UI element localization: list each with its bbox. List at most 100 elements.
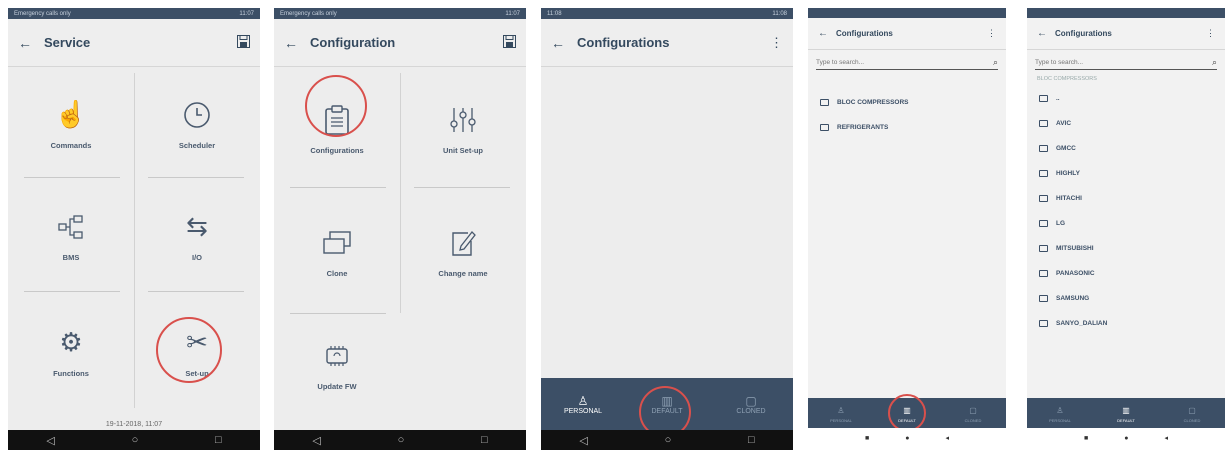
list-item[interactable]: LG — [1027, 211, 1225, 236]
list-item[interactable]: MITSUBISHI — [1027, 236, 1225, 261]
home-icon[interactable]: ● — [1124, 435, 1128, 442]
list-item-label: AVIC — [1056, 120, 1072, 127]
list-item[interactable]: BLOC COMPRESSORS — [808, 90, 1006, 115]
tab-personal[interactable]: ♙ PERSONAL — [541, 378, 625, 430]
back-arrow-icon[interactable]: ← — [284, 35, 310, 51]
back-icon[interactable]: ◁ — [579, 434, 587, 447]
home-icon[interactable]: ● — [905, 435, 909, 442]
back-arrow-icon[interactable]: ← — [551, 35, 577, 51]
tile-functions[interactable]: ⚙ Functions — [8, 291, 134, 409]
overflow-menu-icon[interactable]: ⋮ — [978, 28, 996, 39]
tile-label: Clone — [326, 268, 348, 278]
recents-icon[interactable]: ■ — [1084, 435, 1088, 442]
tile-io[interactable]: ⇆ I/O — [134, 177, 260, 291]
status-right: 11:08 — [772, 10, 787, 17]
tile-label: Configurations — [310, 145, 364, 155]
folder-icon — [1039, 145, 1048, 152]
back-icon[interactable]: ◁ — [46, 434, 54, 447]
screen-service: Emergency calls only 11:07 ← Service ☝ C… — [8, 8, 260, 450]
clone-icon — [322, 223, 352, 263]
tab-personal[interactable]: ♙ PERSONAL — [808, 398, 874, 428]
folder-icon — [1039, 295, 1048, 302]
recents-icon[interactable]: ■ — [865, 435, 869, 442]
datetime-label: 19-11-2018, 11:07 — [105, 421, 163, 428]
tile-label: BMS — [62, 252, 80, 262]
person-icon: ♙ — [577, 393, 589, 408]
list-item[interactable]: SANYO_DALIAN — [1027, 311, 1225, 336]
recents-icon[interactable]: □ — [215, 434, 222, 446]
tab-label: CLONED — [1183, 417, 1201, 423]
hand-pointer-icon: ☝ — [54, 99, 88, 129]
tile-commands[interactable]: ☝ Commands — [8, 67, 134, 177]
overflow-menu-icon[interactable]: ⋮ — [765, 35, 783, 51]
list-item-label: PANASONIC — [1056, 270, 1095, 277]
tile-label: Scheduler — [178, 140, 216, 150]
screen-configurations-list: ← Configurations ⋮ ⌕ BLOC COMPRESSORS RE… — [808, 8, 1006, 432]
page-title: Configurations — [577, 35, 670, 50]
list-item[interactable]: SAMSUNG — [1027, 286, 1225, 311]
save-icon[interactable] — [498, 34, 516, 51]
system-nav-bar: ■ ● ◂ — [808, 428, 1006, 448]
parent-folder-item[interactable]: .. — [1027, 86, 1225, 111]
tile-label: Functions — [53, 368, 89, 378]
save-icon[interactable] — [232, 34, 250, 51]
tile-bms[interactable]: BMS — [8, 177, 134, 291]
search-input[interactable] — [1035, 59, 1212, 66]
chip-icon — [324, 336, 350, 376]
home-icon[interactable]: ○ — [665, 434, 672, 446]
network-icon — [57, 207, 85, 247]
app-bar: ← Configurations ⋮ — [808, 18, 1006, 50]
back-icon[interactable]: ◁ — [312, 434, 320, 447]
sliders-icon — [449, 100, 477, 140]
status-bar: 11:08 11:08 — [541, 8, 793, 19]
back-arrow-icon[interactable]: ← — [18, 35, 44, 51]
back-icon[interactable]: ◂ — [1164, 434, 1168, 442]
overflow-menu-icon[interactable]: ⋮ — [1197, 28, 1215, 39]
tile-clone[interactable]: Clone — [274, 187, 400, 313]
search-bar: ⌕ — [816, 56, 998, 70]
folder-icon — [1039, 120, 1048, 127]
list-item[interactable]: GMCC — [1027, 136, 1225, 161]
tile-scheduler[interactable]: Scheduler — [134, 67, 260, 177]
list-item[interactable]: AVIC — [1027, 111, 1225, 136]
folder-icon — [820, 99, 829, 106]
back-icon[interactable]: ◂ — [945, 434, 949, 442]
bottom-tab-bar: ♙ PERSONAL ▥ DEFAULT ▢ CLONED — [1027, 398, 1225, 428]
list-item[interactable]: PANASONIC — [1027, 261, 1225, 286]
tab-cloned[interactable]: ▢ CLONED — [1159, 398, 1225, 428]
system-nav-bar: ◁ ○ □ — [274, 430, 526, 450]
tile-change-name[interactable]: Change name — [400, 187, 526, 313]
list-item[interactable]: HIGHLY — [1027, 161, 1225, 186]
home-icon[interactable]: ○ — [132, 434, 139, 446]
screen-bloc-compressors: ← Configurations ⋮ ⌕ BLOC COMPRESSORS ..… — [1027, 8, 1225, 432]
tab-cloned[interactable]: ▢ CLONED — [709, 378, 793, 430]
search-icon[interactable]: ⌕ — [993, 57, 998, 68]
search-input[interactable] — [816, 59, 993, 66]
home-icon[interactable]: ○ — [398, 434, 405, 446]
list-item[interactable]: REFRIGERANTS — [808, 115, 1006, 140]
recents-icon[interactable]: □ — [481, 434, 488, 446]
tile-update-fw[interactable]: Update FW — [274, 313, 400, 413]
status-bar — [1027, 8, 1225, 18]
tab-personal[interactable]: ♙ PERSONAL — [1027, 398, 1093, 428]
status-right: 11:07 — [505, 10, 520, 17]
back-arrow-icon[interactable]: ← — [1037, 28, 1055, 39]
tab-label: CLONED — [964, 417, 982, 423]
arrows-icon: ⇆ — [186, 211, 208, 241]
back-arrow-icon[interactable]: ← — [818, 28, 836, 39]
tile-unit-setup[interactable]: Unit Set-up — [400, 67, 526, 187]
page-title: Configuration — [310, 35, 396, 50]
configuration-grid: Configurations Unit Set-up Clone Change … — [274, 67, 526, 420]
folder-icon — [1039, 320, 1048, 327]
edit-icon — [450, 223, 476, 263]
tab-default[interactable]: ▥ DEFAULT — [1093, 398, 1159, 428]
service-grid: ☝ Commands Scheduler BMS ⇆ I/O ⚙ Functio… — [8, 67, 260, 420]
recents-icon[interactable]: □ — [748, 434, 755, 446]
search-icon[interactable]: ⌕ — [1212, 57, 1217, 68]
person-icon: ♙ — [1056, 405, 1064, 415]
tab-cloned[interactable]: ▢ CLONED — [940, 398, 1006, 428]
tab-label: PERSONAL — [563, 407, 603, 415]
folder-list: .. AVIC GMCC HIGHLY HITACHI LG MITSUBISH… — [1027, 86, 1225, 336]
list-item[interactable]: HITACHI — [1027, 186, 1225, 211]
system-nav-bar: ◁ ○ □ — [8, 430, 260, 450]
